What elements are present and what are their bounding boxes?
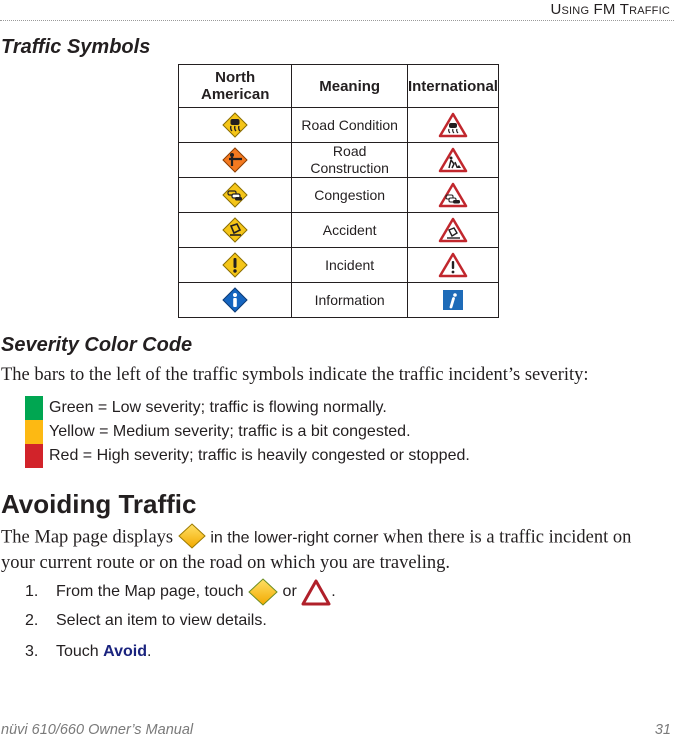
severity-item-yellow: Yellow = Medium severity; traffic is a b… bbox=[25, 420, 411, 444]
road-condition-diamond-icon bbox=[222, 112, 248, 138]
intl-symbol-cell bbox=[406, 212, 499, 248]
meaning-cell: Incident bbox=[291, 247, 408, 283]
traffic-diamond-button-icon[interactable] bbox=[248, 578, 278, 606]
avoid-button-label[interactable]: Avoid bbox=[103, 643, 147, 661]
table-row: Road Construction bbox=[177, 142, 499, 178]
intl-symbol-cell bbox=[406, 142, 499, 178]
na-symbol-cell bbox=[177, 107, 293, 143]
meaning-cell: Road Construction bbox=[291, 142, 408, 178]
meaning-cell: Accident bbox=[291, 212, 408, 248]
information-square-icon bbox=[442, 290, 463, 310]
running-header: Using FM Traffic bbox=[550, 1, 670, 18]
table-row: Incident bbox=[177, 247, 499, 283]
meaning-cell: Road Condition bbox=[291, 107, 408, 143]
severity-item-green: Green = Low severity; traffic is flowing… bbox=[25, 396, 387, 420]
step-text: Select an item to view details. bbox=[56, 612, 267, 629]
step-number: 2. bbox=[25, 612, 39, 629]
severity-intro: The bars to the left of the traffic symb… bbox=[1, 365, 589, 385]
step-text: . bbox=[331, 583, 336, 600]
severity-text: Green = Low severity; traffic is flowing… bbox=[49, 399, 387, 416]
avoiding-paragraph-2: your current route or on the road on whi… bbox=[1, 553, 450, 573]
na-symbol-cell bbox=[177, 212, 293, 248]
congestion-triangle-icon bbox=[438, 182, 468, 208]
meaning-cell: Information bbox=[291, 282, 408, 318]
accident-diamond-icon bbox=[222, 217, 248, 243]
na-symbol-cell bbox=[177, 247, 293, 283]
green-severity-bar bbox=[25, 396, 43, 420]
step-2: 2. Select an item to view details. bbox=[25, 612, 267, 630]
footer-manual-title: nüvi 610/660 Owner’s Manual bbox=[1, 722, 194, 738]
paragraph-text: The Map page displays bbox=[1, 527, 178, 548]
table-row: Congestion bbox=[177, 177, 499, 213]
meaning-cell: Congestion bbox=[291, 177, 408, 213]
header-divider bbox=[0, 20, 674, 21]
column-header-meaning: Meaning bbox=[291, 64, 408, 108]
step-3: 3. Touch Avoid. bbox=[25, 643, 151, 661]
step-1: 1. From the Map page, touch or . bbox=[25, 578, 336, 606]
accident-triangle-icon bbox=[438, 217, 468, 243]
na-symbol-cell bbox=[177, 177, 293, 213]
severity-item-red: Red = High severity; traffic is heavily … bbox=[25, 444, 470, 468]
step-number: 1. bbox=[25, 583, 39, 600]
road-construction-diamond-icon bbox=[222, 147, 248, 173]
intl-symbol-cell bbox=[406, 247, 499, 283]
na-symbol-cell bbox=[177, 282, 293, 318]
paragraph-highlight: in the lower-right corner bbox=[210, 529, 379, 547]
intl-symbol-cell bbox=[406, 177, 499, 213]
incident-triangle-icon bbox=[438, 252, 468, 278]
severity-text: Yellow = Medium severity; traffic is a b… bbox=[49, 423, 411, 440]
paragraph-text: when there is a traffic incident on bbox=[378, 527, 632, 548]
road-construction-triangle-icon bbox=[438, 147, 468, 173]
congestion-diamond-icon bbox=[222, 182, 248, 208]
step-text: or bbox=[278, 583, 302, 600]
page-number: 31 bbox=[654, 722, 671, 738]
step-text: . bbox=[147, 643, 152, 660]
traffic-symbols-heading: Traffic Symbols bbox=[1, 36, 151, 58]
table-header-row: North American Meaning International bbox=[177, 64, 499, 108]
incident-diamond-icon bbox=[222, 252, 248, 278]
severity-heading: Severity Color Code bbox=[1, 334, 193, 356]
avoiding-traffic-heading: Avoiding Traffic bbox=[1, 489, 197, 519]
red-severity-bar bbox=[25, 444, 43, 468]
severity-text: Red = High severity; traffic is heavily … bbox=[49, 447, 470, 464]
column-header-north-american: North American bbox=[177, 64, 293, 108]
na-symbol-cell bbox=[177, 142, 293, 178]
intl-symbol-cell bbox=[406, 107, 499, 143]
step-number: 3. bbox=[25, 643, 39, 660]
step-text: Touch bbox=[56, 643, 104, 660]
road-condition-triangle-icon bbox=[438, 112, 468, 138]
avoiding-paragraph-1: The Map page displays in the lower-right… bbox=[1, 523, 632, 551]
column-header-international: International bbox=[406, 64, 499, 108]
table-row: Information bbox=[177, 282, 499, 318]
traffic-diamond-icon bbox=[178, 523, 206, 549]
step-text: From the Map page, touch bbox=[56, 583, 244, 600]
traffic-symbols-table: North American Meaning International Roa… bbox=[177, 64, 499, 318]
information-diamond-icon bbox=[222, 287, 248, 313]
intl-symbol-cell bbox=[406, 282, 499, 318]
table-row: Accident bbox=[177, 212, 499, 248]
table-row: Road Condition bbox=[177, 107, 499, 143]
traffic-triangle-button-icon[interactable] bbox=[301, 578, 331, 606]
yellow-severity-bar bbox=[25, 420, 43, 444]
